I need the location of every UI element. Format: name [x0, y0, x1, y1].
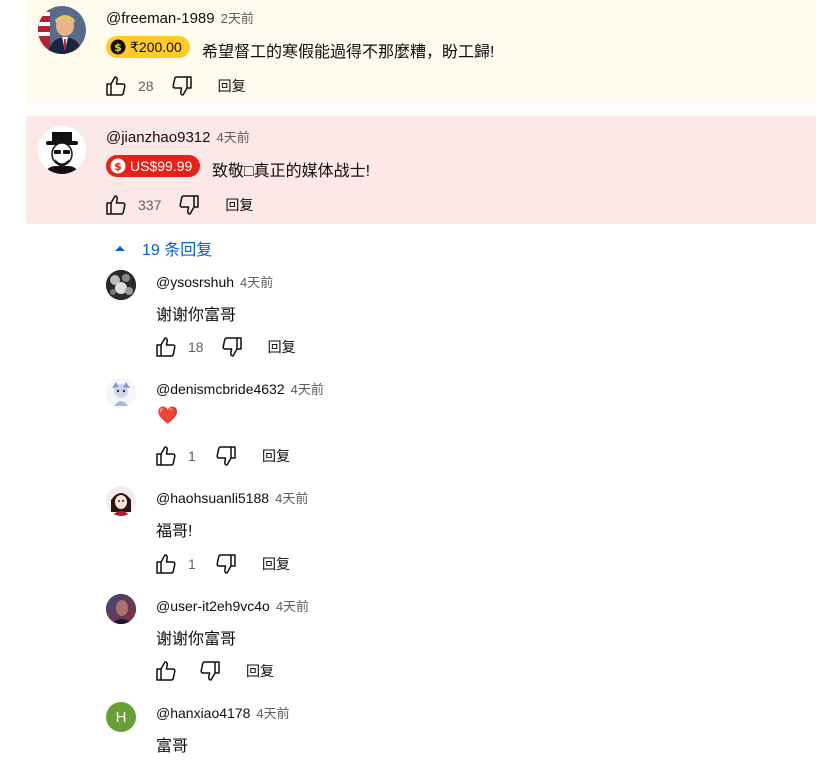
comment-text: 福哥!: [156, 523, 193, 540]
dislike-button[interactable]: [212, 550, 240, 578]
like-count: 28: [138, 78, 154, 94]
thumbs-down-icon: [216, 554, 236, 574]
reply-button[interactable]: 回复: [262, 554, 290, 574]
like-button[interactable]: [152, 442, 180, 470]
timestamp[interactable]: 2天前: [221, 8, 254, 27]
comment-actions: 18 回复: [152, 333, 296, 361]
like-button[interactable]: [152, 550, 180, 578]
dislike-button[interactable]: [168, 72, 196, 100]
dollar-coin-icon: $: [110, 158, 126, 174]
thumbs-down-icon: [222, 337, 242, 357]
replies-toggle-button[interactable]: 19 条回复: [112, 236, 212, 260]
comment-text: 谢谢你富哥: [156, 307, 237, 324]
like-button[interactable]: [102, 72, 130, 100]
avatar[interactable]: [106, 594, 136, 624]
thumbs-up-icon: [156, 554, 176, 574]
comment-actions: 337 回复: [102, 191, 253, 219]
author-line: @ysosrshuh 4天前: [156, 272, 273, 291]
caret-up-icon: [115, 246, 125, 251]
author-name[interactable]: @user-it2eh9vc4o: [156, 598, 270, 614]
replies-count-label: 19 条回复: [142, 242, 213, 259]
like-button[interactable]: [152, 657, 180, 685]
author-line: @jianzhao9312 4天前: [106, 127, 250, 146]
like-count: 1: [188, 448, 196, 464]
comment-text: 希望督工的寒假能過得不那麼糟，盼工歸!: [202, 44, 495, 61]
comment-text: ❤️: [157, 406, 179, 425]
reply-button[interactable]: 回复: [268, 337, 296, 357]
author-line: @user-it2eh9vc4o 4天前: [156, 596, 309, 615]
superchat-amount-badge: $ ₹200.00: [106, 36, 190, 58]
author-name[interactable]: @jianzhao9312: [106, 129, 210, 146]
like-count: 18: [188, 339, 204, 355]
like-count: 337: [138, 197, 162, 213]
like-button[interactable]: [102, 191, 130, 219]
comment-actions: 1 回复: [152, 550, 290, 578]
superchat-amount: ₹200.00: [130, 38, 182, 55]
dislike-button[interactable]: [175, 191, 203, 219]
thumbs-up-icon: [106, 195, 126, 215]
avatar-letter: H: [115, 708, 127, 726]
avatar[interactable]: [38, 6, 86, 54]
comment-text: 谢谢你富哥: [156, 631, 237, 648]
reply-button[interactable]: 回复: [225, 195, 253, 215]
author-name[interactable]: @denismcbride4632: [156, 381, 285, 397]
author-line: @freeman-1989 2天前: [106, 8, 254, 27]
author-line: @denismcbride4632 4天前: [156, 379, 324, 398]
comment-actions: 回复: [152, 657, 274, 685]
timestamp[interactable]: 4天前: [216, 127, 249, 146]
superchat-comment: @jianzhao9312 4天前 $ US$99.99 致敬□真正的媒体战士!…: [26, 116, 816, 224]
thumbs-up-icon: [156, 337, 176, 357]
avatar[interactable]: [106, 378, 136, 408]
like-button[interactable]: [152, 333, 180, 361]
thumbs-up-icon: [156, 446, 176, 466]
author-name[interactable]: @freeman-1989: [106, 10, 215, 27]
dislike-button[interactable]: [218, 333, 246, 361]
comment-actions: 28 回复: [102, 72, 246, 100]
author-line: @haohsuanli5188 4天前: [156, 488, 308, 507]
superchat-comment: @freeman-1989 2天前 $ ₹200.00 希望督工的寒假能過得不那…: [26, 0, 816, 104]
svg-text:$: $: [114, 41, 122, 54]
comment-text: 致敬□真正的媒体战士!: [212, 163, 371, 180]
avatar[interactable]: [106, 270, 136, 300]
thumbs-down-icon: [200, 661, 220, 681]
thumbs-up-icon: [156, 661, 176, 681]
superchat-amount: US$99.99: [130, 158, 193, 174]
thumbs-down-icon: [216, 446, 236, 466]
timestamp[interactable]: 4天前: [240, 272, 273, 291]
dislike-button[interactable]: [196, 657, 224, 685]
avatar[interactable]: [38, 126, 86, 174]
thumbs-down-icon: [179, 195, 200, 215]
timestamp[interactable]: 4天前: [291, 379, 324, 398]
timestamp[interactable]: 4天前: [275, 488, 308, 507]
avatar[interactable]: H: [106, 702, 136, 732]
comments-section: @freeman-1989 2天前 $ ₹200.00 希望督工的寒假能過得不那…: [0, 0, 816, 767]
dislike-button[interactable]: [212, 442, 240, 470]
avatar[interactable]: [106, 486, 136, 516]
author-line: @hanxiao4178 4天前: [156, 703, 290, 722]
timestamp[interactable]: 4天前: [276, 596, 309, 615]
svg-text:$: $: [114, 160, 122, 173]
reply-button[interactable]: 回复: [262, 446, 290, 466]
like-count: 1: [188, 556, 196, 572]
reply-button[interactable]: 回复: [218, 76, 246, 96]
author-name[interactable]: @hanxiao4178: [156, 705, 250, 721]
timestamp[interactable]: 4天前: [256, 703, 289, 722]
author-name[interactable]: @haohsuanli5188: [156, 490, 269, 506]
reply-button[interactable]: 回复: [246, 661, 274, 681]
superchat-amount-badge: $ US$99.99: [106, 155, 201, 177]
comment-text: 富哥: [156, 738, 189, 755]
thumbs-up-icon: [106, 76, 126, 96]
dollar-coin-icon: $: [110, 39, 126, 55]
author-name[interactable]: @ysosrshuh: [156, 274, 234, 290]
comment-actions: 1 回复: [152, 442, 290, 470]
thumbs-down-icon: [172, 76, 192, 96]
